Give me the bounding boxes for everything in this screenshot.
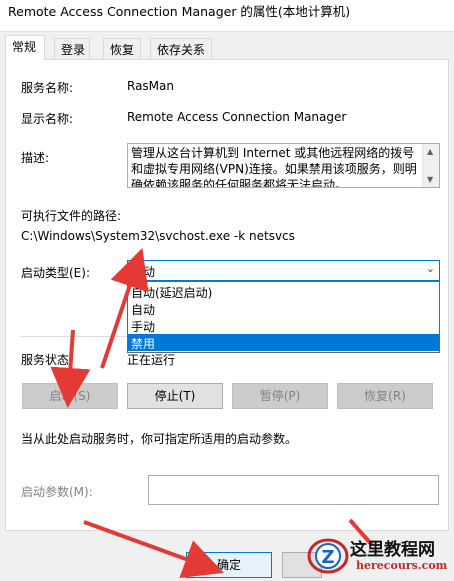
general-panel: 服务名称: RasMan 显示名称: Remote Access Connect…: [5, 59, 449, 531]
service-name-label: 服务名称:: [21, 81, 74, 95]
tab-recovery[interactable]: 恢复: [103, 38, 141, 59]
stop-button[interactable]: 停止(T): [127, 383, 223, 409]
title-bar[interactable]: Remote Access Connection Manager 的属性(本地计…: [0, 0, 454, 32]
option-auto-delayed[interactable]: 自动(延迟启动): [128, 283, 439, 300]
description-box[interactable]: 管理从这台计算机到 Internet 或其他远程网络的拨号和虚拟专用网络(VPN…: [127, 143, 440, 188]
display-name-value[interactable]: Remote Access Connection Manager: [127, 110, 346, 124]
exe-path-label: 可执行文件的路径:: [21, 209, 122, 223]
start-button[interactable]: 启动(S): [22, 383, 118, 409]
scroll-down-icon[interactable]: ▼: [427, 175, 433, 184]
startup-type-label: 启动类型(E):: [21, 266, 90, 280]
tab-dependencies[interactable]: 依存关系: [150, 38, 212, 59]
option-disabled[interactable]: 禁用: [128, 334, 439, 351]
service-status-value: 正在运行: [127, 353, 176, 367]
chevron-down-icon[interactable]: ⌄: [426, 262, 435, 275]
start-params-hint: 当从此处启动服务时，你可指定所适用的启动参数。: [21, 432, 298, 446]
watermark-logo-letter: Z: [321, 547, 334, 568]
watermark-site-name: 这里教程网: [350, 540, 435, 560]
exe-path-value: C:\Windows\System32\svchost.exe -k netsv…: [21, 229, 295, 243]
watermark-site-url: herecours.com: [356, 559, 448, 572]
watermark-logo-icon: Z: [307, 538, 349, 574]
startup-type-dropdown: 自动(延迟启动) 自动 手动 禁用: [127, 281, 440, 353]
description-text: 管理从这台计算机到 Internet 或其他远程网络的拨号和虚拟专用网络(VPN…: [131, 146, 417, 188]
option-auto[interactable]: 自动: [128, 300, 439, 317]
description-label: 描述:: [21, 151, 50, 165]
start-params-label: 启动参数(M):: [21, 485, 93, 499]
resume-button[interactable]: 恢复(R): [337, 383, 433, 409]
scroll-up-icon[interactable]: ▲: [427, 147, 433, 156]
service-status-label: 服务状态:: [21, 353, 74, 367]
startup-type-selected: 自动: [131, 265, 156, 279]
site-watermark: Z 这里教程网 herecours.com: [304, 529, 454, 581]
service-name-value: RasMan: [127, 79, 174, 93]
ok-button[interactable]: 确定: [186, 552, 272, 578]
pause-button[interactable]: 暂停(P): [232, 383, 328, 409]
start-params-input[interactable]: [148, 475, 439, 505]
window-title: Remote Access Connection Manager 的属性(本地计…: [8, 4, 351, 19]
display-name-label: 显示名称:: [21, 112, 74, 126]
tab-general[interactable]: 常规: [5, 35, 45, 60]
option-manual[interactable]: 手动: [128, 317, 439, 334]
startup-type-select[interactable]: 自动 ⌄: [127, 260, 440, 281]
description-scrollbar[interactable]: ▲ ▼: [422, 144, 439, 187]
tab-logon[interactable]: 登录: [54, 38, 90, 59]
dialog-body: 常规 登录 恢复 依存关系 服务名称: RasMan 显示名称: Remote …: [0, 32, 454, 581]
